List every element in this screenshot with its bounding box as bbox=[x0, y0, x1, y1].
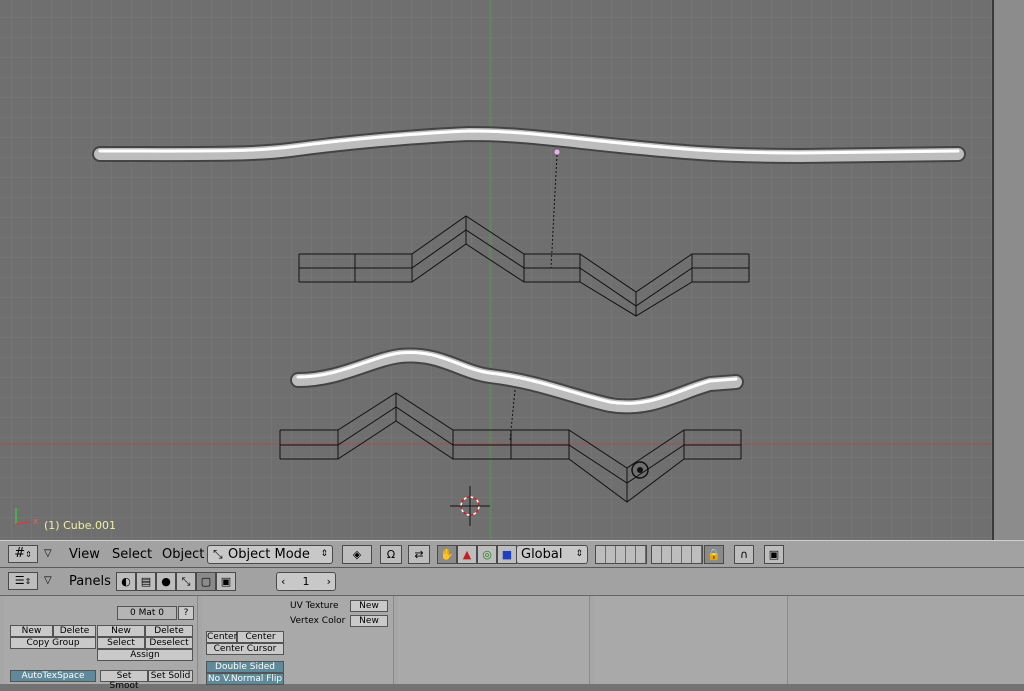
logic-context-button[interactable]: ◐ bbox=[116, 572, 136, 591]
center-new-button[interactable]: Center New bbox=[237, 631, 284, 652]
mode-dropdown[interactable]: ⤡ Object Mode ⇕ bbox=[207, 545, 333, 564]
mode-label: Object Mode bbox=[228, 547, 310, 562]
center-button[interactable]: Center bbox=[206, 631, 237, 643]
square-icon: ■ bbox=[501, 548, 513, 561]
editing-context-button[interactable]: ▢ bbox=[196, 572, 216, 591]
object-icon: ⤡ bbox=[181, 575, 191, 588]
shading-context-button[interactable]: ● bbox=[156, 572, 176, 591]
chevron-right-icon: › bbox=[326, 575, 331, 588]
link-materials-panel: 0 Mat 0 ? New Delete Copy Group New Dele… bbox=[4, 596, 198, 691]
assign-material-button[interactable]: Assign bbox=[97, 649, 193, 661]
autotexspace-toggle[interactable]: AutoTexSpace bbox=[10, 670, 96, 682]
curve-vertex bbox=[553, 148, 561, 156]
scene-icon: ▣ bbox=[220, 575, 232, 588]
deselect-material-button[interactable]: Deselect bbox=[145, 637, 193, 649]
panels-menu[interactable]: Panels bbox=[69, 574, 111, 589]
delete-material-button[interactable]: Delete bbox=[145, 625, 193, 637]
panels-collapse-icon[interactable]: ▽ bbox=[44, 572, 58, 590]
object-context-button[interactable]: ⤡ bbox=[176, 572, 196, 591]
panels-area: 0 Mat 0 ? New Delete Copy Group New Dele… bbox=[0, 596, 1024, 691]
new-vertex-color-button[interactable]: New bbox=[350, 615, 388, 627]
double-sided-toggle[interactable]: Double Sided bbox=[206, 661, 284, 673]
orientation-dropdown[interactable]: Global ⇕ bbox=[516, 545, 588, 564]
layer-buttons-right[interactable] bbox=[651, 545, 703, 564]
lock-button[interactable]: 🔒 bbox=[704, 545, 724, 564]
axis-x-label: x bbox=[33, 517, 39, 527]
pivot-icon: Ω bbox=[386, 548, 396, 561]
new-material-button[interactable]: New bbox=[97, 625, 145, 637]
ring-icon: ◎ bbox=[482, 548, 492, 561]
draw-type-button[interactable]: ◈ bbox=[342, 545, 372, 564]
no-vnormal-flip-toggle[interactable]: No V.Normal Flip bbox=[206, 673, 284, 685]
window-type-button[interactable]: #⇕ bbox=[8, 545, 38, 563]
script-icon: ▤ bbox=[140, 575, 152, 588]
translate-manipulator[interactable]: ▲ bbox=[457, 545, 477, 564]
layer-buttons-left[interactable] bbox=[595, 545, 647, 564]
chevron-updown-icon: ⇕ bbox=[575, 549, 583, 559]
right-scrollbar[interactable] bbox=[992, 0, 1024, 540]
menu-object[interactable]: Object bbox=[162, 547, 204, 562]
solid-draw-icon: ◈ bbox=[352, 548, 362, 561]
empty-panel-1 bbox=[398, 596, 590, 684]
snap-icon: ⇄ bbox=[414, 548, 424, 561]
buttons-window-header: ☰⇕ ▽ Panels ◐ ▤ ● ⤡ ▢ ▣ ‹ 1 › bbox=[0, 568, 1024, 596]
menu-select[interactable]: Select bbox=[112, 547, 152, 562]
magnet-icon: ∩ bbox=[739, 548, 749, 561]
buttons-icon: ☰ bbox=[14, 574, 25, 587]
center-cursor-button[interactable]: Center Cursor bbox=[206, 643, 284, 655]
menu-collapse-icon[interactable]: ▽ bbox=[44, 545, 58, 563]
orientation-label: Global bbox=[521, 547, 563, 562]
copy-group-button[interactable]: Copy Group bbox=[10, 637, 96, 649]
scale-manipulator[interactable]: ■ bbox=[497, 545, 517, 564]
pivot-button[interactable]: Ω bbox=[380, 545, 402, 564]
triangle-icon: ▲ bbox=[462, 548, 472, 561]
logic-icon: ◐ bbox=[121, 575, 131, 588]
set-solid-button[interactable]: Set Solid bbox=[148, 670, 193, 682]
3d-viewport[interactable]: x (1) Cube.001 bbox=[0, 0, 992, 540]
active-object-label: (1) Cube.001 bbox=[44, 519, 116, 532]
material-index-field[interactable]: 0 Mat 0 bbox=[117, 606, 177, 620]
vertex-color-label: Vertex Color bbox=[290, 616, 346, 626]
empty-panel-2 bbox=[594, 596, 788, 684]
scene-context-button[interactable]: ▣ bbox=[216, 572, 236, 591]
editing-icon: ▢ bbox=[200, 575, 212, 588]
script-context-button[interactable]: ▤ bbox=[136, 572, 156, 591]
buttons-window-type[interactable]: ☰⇕ bbox=[8, 572, 38, 590]
rotate-manipulator[interactable]: ◎ bbox=[477, 545, 497, 564]
viewport-canvas[interactable]: x bbox=[0, 0, 992, 540]
manipulator-toggle[interactable]: ✋ bbox=[437, 545, 457, 564]
snap-button[interactable]: ⇄ bbox=[408, 545, 430, 564]
snap-magnet-button[interactable]: ∩ bbox=[734, 545, 754, 564]
lock-icon: 🔒 bbox=[707, 548, 721, 561]
uv-texture-label: UV Texture bbox=[290, 601, 339, 611]
render-view-button[interactable]: ▣ bbox=[764, 545, 784, 564]
image-icon: ▣ bbox=[768, 548, 780, 561]
chevron-updown-icon: ⇕ bbox=[320, 549, 328, 559]
hand-icon: ✋ bbox=[440, 548, 454, 561]
sphere-icon: ● bbox=[161, 575, 171, 588]
menu-view[interactable]: View bbox=[69, 547, 100, 562]
frame-counter[interactable]: ‹ 1 › bbox=[276, 572, 336, 591]
help-button[interactable]: ? bbox=[178, 606, 194, 620]
new-uv-texture-button[interactable]: New bbox=[350, 600, 388, 612]
delete-vgroup-button[interactable]: Delete bbox=[53, 625, 96, 637]
new-vgroup-button[interactable]: New bbox=[10, 625, 53, 637]
set-smooth-button[interactable]: Set Smoot bbox=[100, 670, 148, 691]
mesh-panel: UV Texture New Vertex Color New Center C… bbox=[202, 596, 394, 685]
viewport-header: #⇕ ▽ View Select Object ⤡ Object Mode ⇕ … bbox=[0, 540, 1024, 568]
select-material-button[interactable]: Select bbox=[97, 637, 145, 649]
grid-icon: # bbox=[14, 546, 26, 561]
object-mode-icon: ⤡ bbox=[213, 547, 223, 561]
